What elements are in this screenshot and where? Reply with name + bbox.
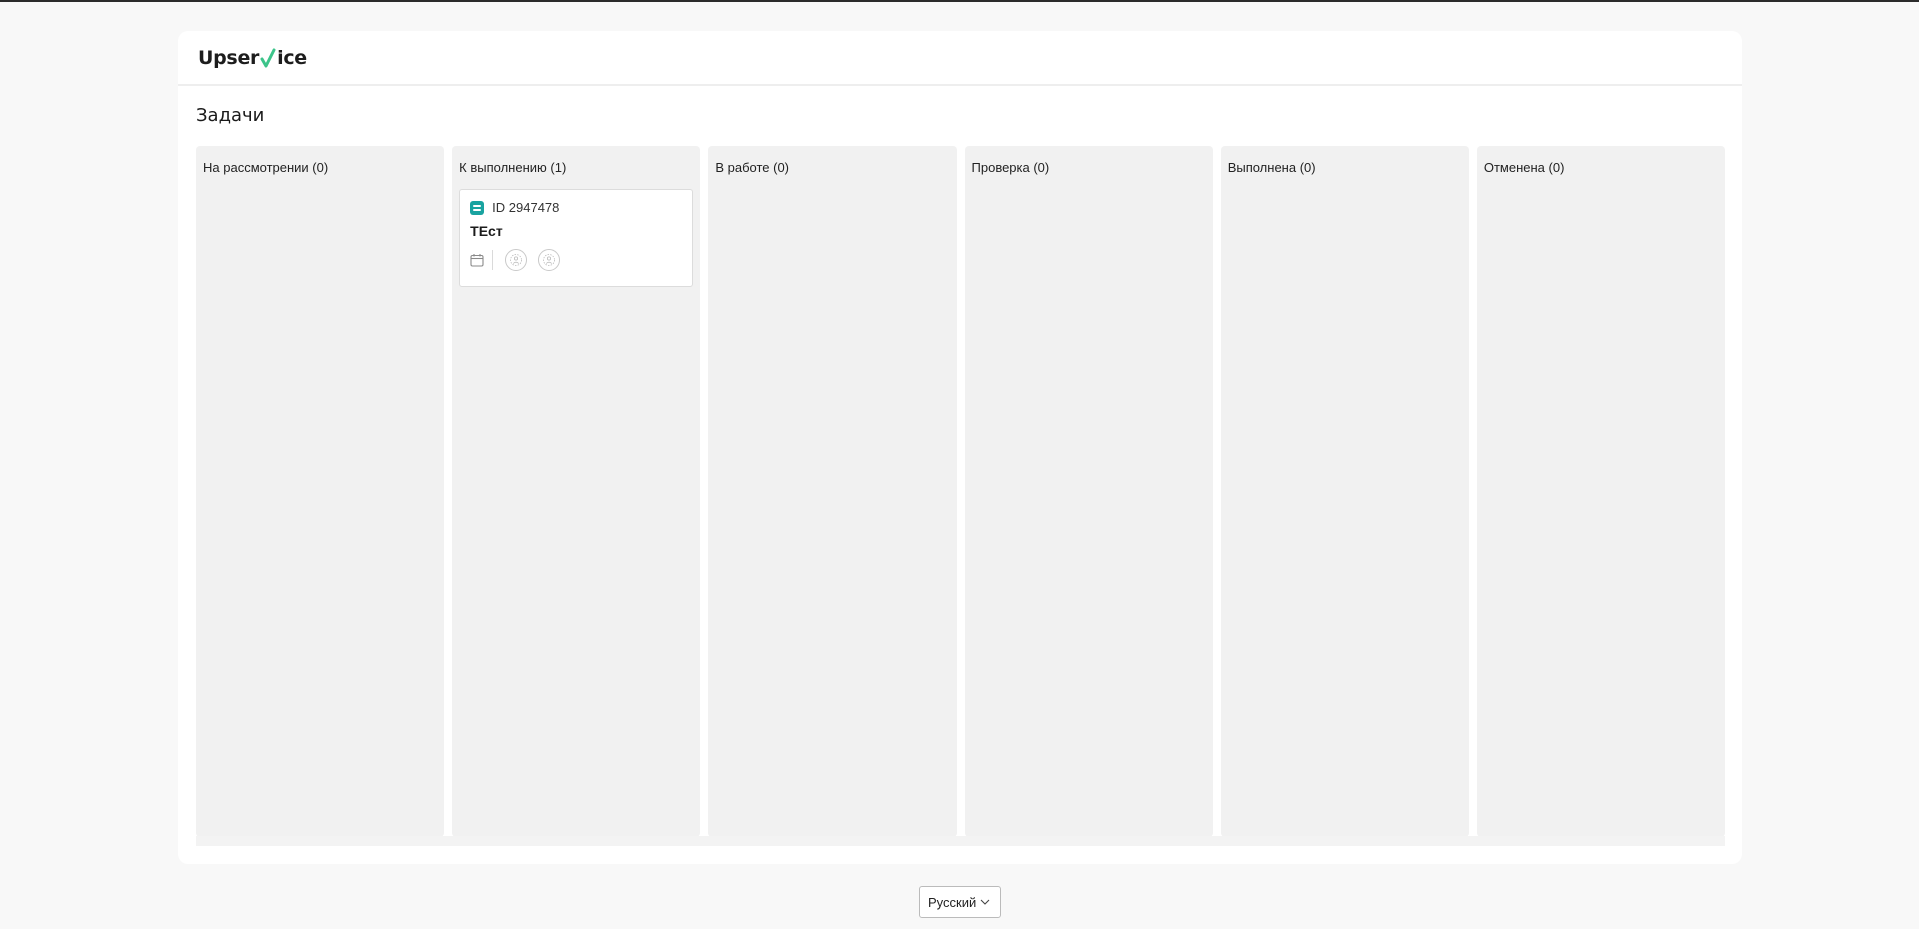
calendar-icon[interactable] (470, 253, 484, 267)
task-title[interactable]: ТЕст (470, 223, 682, 239)
logo-text-end: ice (277, 46, 307, 69)
kanban-board: На рассмотрении (0) К выполнению (1) ID … (196, 146, 1726, 846)
avatar-placeholder-icon[interactable] (505, 249, 528, 271)
language-value: Русский (928, 894, 977, 910)
top-strip (0, 0, 1919, 2)
chevron-down-icon (980, 899, 990, 905)
column-title: В работе (0) (715, 160, 790, 175)
column-done[interactable]: Выполнена (0) (1220, 146, 1469, 837)
task-id-row: ID 2947478 (470, 200, 682, 215)
meta-divider (492, 250, 494, 270)
main-panel: Upser ice Задачи На рассмотрении (0) К в… (178, 31, 1742, 864)
column-review[interactable]: Проверка (0) (964, 146, 1213, 837)
column-in-progress[interactable]: В работе (0) (708, 146, 957, 837)
avatar-placeholder-icon[interactable] (538, 249, 561, 271)
language-select[interactable]: Русский (919, 886, 1001, 918)
column-title: Проверка (0) (971, 160, 1050, 175)
column-title: На рассмотрении (0) (203, 160, 329, 175)
checkmark-icon (260, 48, 276, 67)
task-id: ID 2947478 (492, 200, 560, 215)
task-meta (470, 249, 682, 271)
column-title: К выполнению (1) (459, 160, 567, 175)
column-on-review[interactable]: На рассмотрении (0) (196, 146, 445, 837)
column-cancelled[interactable]: Отменена (0) (1476, 146, 1726, 837)
logo[interactable]: Upser ice (198, 47, 307, 69)
column-to-do[interactable]: К выполнению (1) ID 2947478 ТЕст (452, 146, 701, 837)
column-title: Выполнена (0) (1227, 160, 1316, 175)
page-title: Задачи (196, 105, 265, 126)
column-title: Отменена (0) (1483, 160, 1565, 175)
task-card[interactable]: ID 2947478 ТЕст (459, 189, 694, 287)
panel-header: Upser ice (178, 31, 1742, 86)
logo-text-start: Upser (198, 46, 260, 69)
task-list-icon (470, 200, 485, 215)
board-scroll-track[interactable] (196, 836, 1725, 846)
